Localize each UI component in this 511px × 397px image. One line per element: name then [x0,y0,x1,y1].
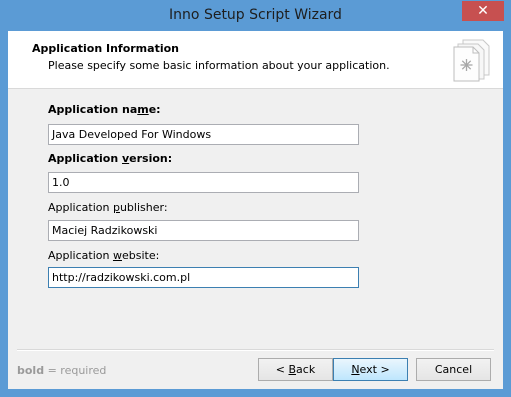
page-subtitle: Please specify some basic information ab… [48,59,390,72]
required-legend: bold = required [17,364,107,377]
page-title: Application Information [32,42,179,55]
app-name-input[interactable]: Java Developed For Windows [48,124,359,145]
wizard-page-icon [453,39,490,82]
app-publisher-input[interactable]: Maciej Radzikowski [48,220,359,241]
app-version-label: Application version: [48,152,173,165]
title-bar[interactable]: Inno Setup Script Wizard ✕ [1,1,510,31]
app-version-input[interactable]: 1.0 [48,172,359,193]
page-header: Application Information Please specify s… [8,31,503,89]
cancel-button[interactable]: Cancel [416,358,491,381]
app-website-label: Application website: [48,249,160,262]
app-name-label: Application name: [48,103,161,116]
close-button[interactable]: ✕ [462,1,504,21]
window-title: Inno Setup Script Wizard [169,7,342,23]
app-website-input[interactable]: http://radzikowski.com.pl [48,267,359,288]
app-publisher-label: Application publisher: [48,201,168,214]
back-button[interactable]: < Back [258,358,333,381]
close-icon: ✕ [477,3,489,19]
next-button[interactable]: Next > [333,358,408,381]
wizard-client-area: Application Information Please specify s… [8,31,503,389]
wizard-window: Inno Setup Script Wizard ✕ Application I… [0,0,511,397]
footer-divider [17,349,494,351]
